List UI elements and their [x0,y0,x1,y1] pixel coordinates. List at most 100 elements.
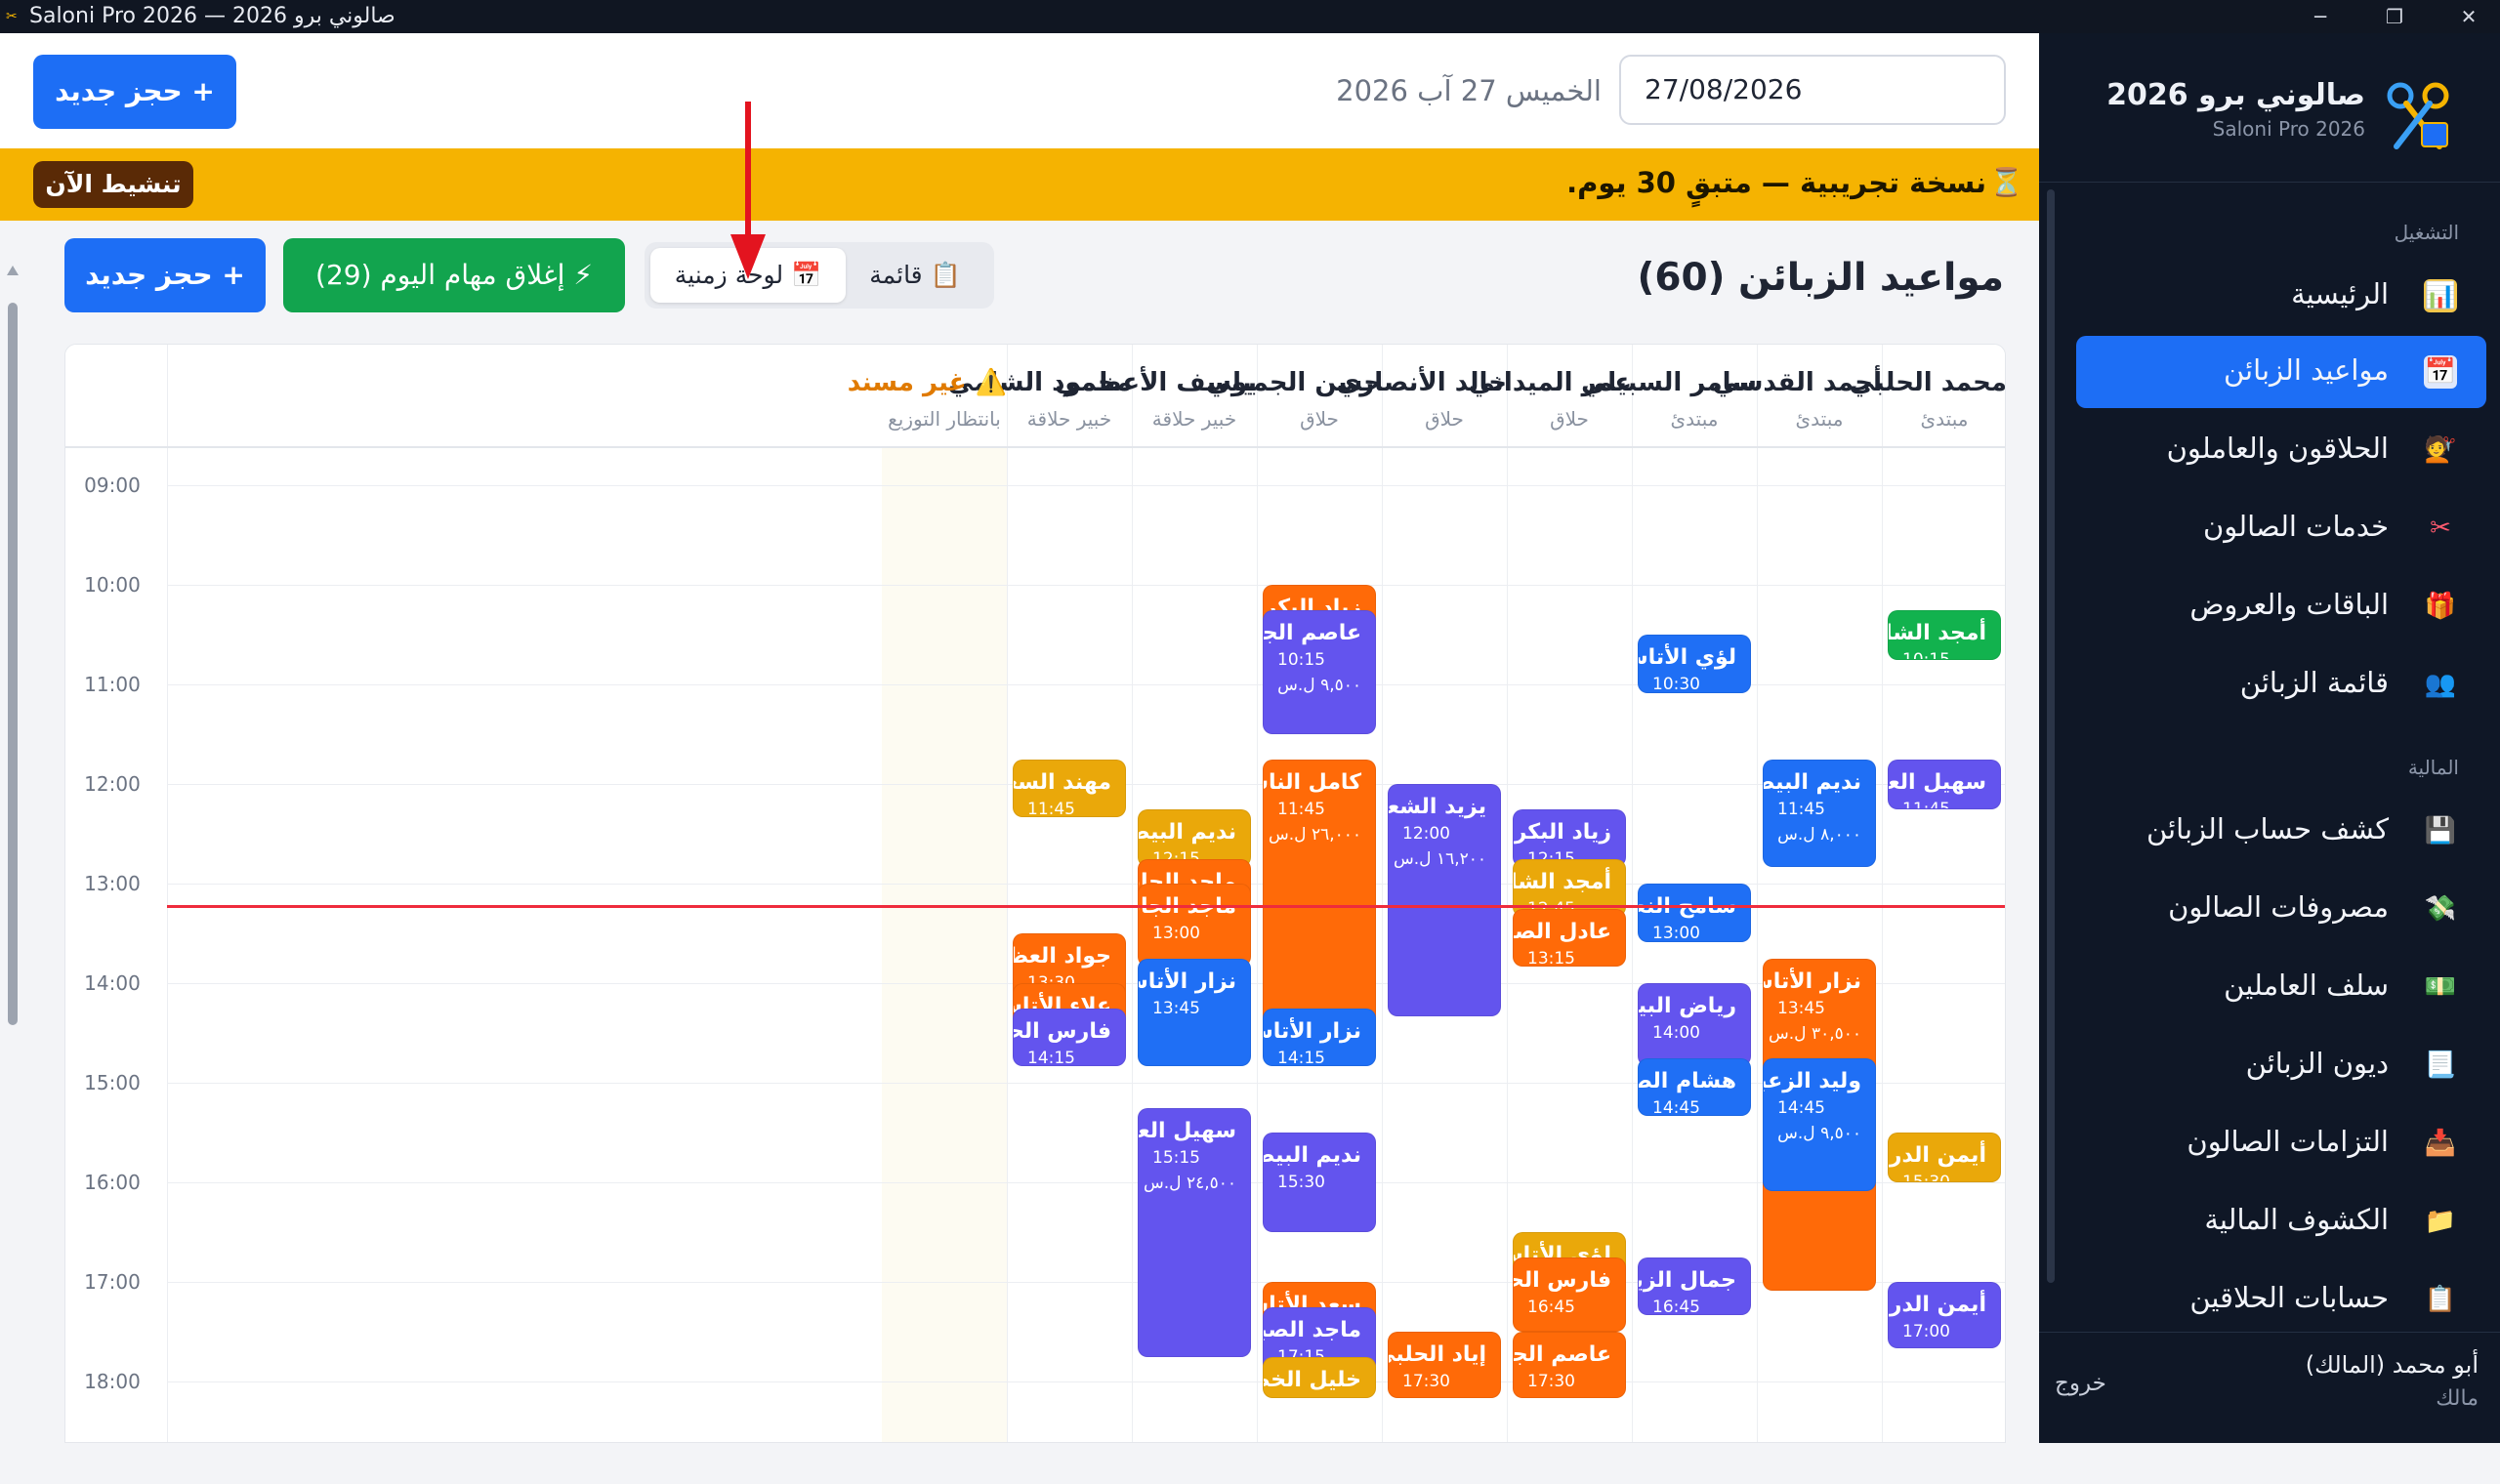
date-input[interactable]: 27/08/2026 [1619,55,2006,125]
sidebar-item-expenses[interactable]: 💸 مصروفات الصالون [2076,873,2486,945]
sidebar-item-advances[interactable]: 💵 سلف العاملين [2076,951,2486,1023]
appointment-card[interactable]: نزار الأتاسي 13:45 [1138,958,1251,1066]
barber-name: حسن الجميلي [1205,368,1382,397]
appointment-card[interactable]: إياد الحلبي 17:30 [1388,1332,1501,1398]
appointment-card[interactable]: سامح النعلي 213:00 [1638,884,1751,942]
column-divider [1257,345,1258,1442]
appointment-price: ٢٦,٠٠٠ ل.س [1269,824,1361,845]
sidebar-item-label: مصروفات الصالون [2168,890,2389,924]
appointment-time: 17:30 [1402,1372,1450,1391]
appointment-card[interactable]: عاصم الجمل 2 17:30 [1513,1332,1626,1398]
hour-line [167,1182,2005,1183]
barber-column-header[interactable]: محمد الحلبي مبتدئ [1849,345,2006,446]
appointment-card[interactable]: سهيل العبدالله 15:15 ٢٤,٥٠٠ ل.س [1138,1107,1251,1357]
new-booking-button-2[interactable]: + حجز جديد [64,238,266,312]
sidebar-item-customers[interactable]: 👥 قائمة الزبائن [2076,648,2486,721]
sidebar-item-appointments[interactable]: 📅 مواعيد الزبائن [2076,336,2486,408]
appointment-time: 13:00 [1652,924,1700,942]
column-divider [1882,345,1883,1442]
appointment-card[interactable]: جمال الزين 2 16:45 [1638,1257,1751,1315]
timeline-scrollbar[interactable] [6,264,20,1484]
scroll-thumb[interactable] [8,303,18,1025]
user-role: مالك [2436,1386,2479,1411]
sidebar-item-financial-reports[interactable]: 📁 الكشوف المالية [2076,1185,2486,1257]
appointment-card[interactable]: رياض البيطار 14:00 [1638,983,1751,1066]
barber-column-header[interactable]: حسن الجميلي حلاق [1205,345,1382,446]
column-divider [167,345,168,1442]
barber-column-header[interactable]: أحمد القدسي مبتدئ [1713,345,1882,446]
barber-column-header[interactable]: محمود الشامي خبير حلاقة [948,345,1132,446]
appointment-name: جمال الزين 2 [1639,1267,1736,1293]
close-day-tasks-button[interactable]: ⚡ إغلاق مهام اليوم (29) [283,238,625,312]
maximize-button[interactable]: ❐ [2365,0,2424,33]
appointment-name: جواد العظم [1014,944,1111,969]
barber-column-header[interactable]: سامر السبيلي مبتدئ [1581,345,1757,446]
appointment-price: ١٦,٢٠٠ ل.س [1394,849,1486,869]
logout-button[interactable]: خروج [2055,1371,2106,1396]
appointment-card[interactable]: نزار الأتاسي 2 14:15 [1263,1008,1376,1066]
barber-column-header[interactable]: عمر الميداني حلاق [1469,345,1632,446]
appointment-card[interactable]: كامل الناشف 11:45 ٢٦,٠٠٠ ل.س [1263,759,1376,1042]
appointment-card[interactable]: عاصم الجمل 10:15 ٩,٥٠٠ ل.س [1263,609,1376,734]
column-divider [1507,345,1508,1442]
sidebar-item-customer-statement[interactable]: 💾 كشف حساب الزبائن [2076,795,2486,867]
sidebar-item-barbers[interactable]: 💇 الحلاقون والعاملون [2076,414,2486,486]
close-window-button[interactable]: ✕ [2439,0,2498,33]
warning-icon: ⚠️ [966,368,1007,397]
appointment-card[interactable]: أيمن الدرويش 3 15:30 [1888,1133,2001,1182]
appointment-card[interactable]: عادل الصالح 2 13:15 [1513,908,1626,967]
appointment-name: فارس الحجار 2 [1514,1267,1611,1293]
current-time-line [167,905,2005,909]
minimize-button[interactable]: ─ [2291,0,2350,33]
sidebar-item-obligations[interactable]: 📥 التزامات الصالون [2076,1107,2486,1179]
appointment-name: رياض البيطار [1638,994,1736,1018]
appointment-name: نديم البيطار 2 [1264,1143,1361,1168]
header-column-divider [167,345,168,446]
sidebar-item-label: كشف حساب الزبائن [2146,812,2389,845]
appointment-time: 16:45 [1652,1297,1700,1315]
appointment-card[interactable]: سهيل العبدالله 2 11:45 [1888,759,2001,809]
appointment-card[interactable]: لؤي الأتاسي 10:30 [1638,635,1751,693]
appointment-card[interactable]: أيمن الدرويش 2 17:00 [1888,1282,2001,1348]
appointment-name: مهند السعدي 3 [1014,769,1111,795]
trial-message: نسخة تجريبية — متبقٍ 30 يوم. [1566,166,1986,199]
appointment-card[interactable]: فارس الحجار 2 14:15 [1013,1008,1126,1066]
new-booking-button[interactable]: + حجز جديد [33,55,236,129]
appointment-time: 11:45 [1027,799,1075,817]
sidebar-item-home[interactable]: 📊 الرئيسية [2076,260,2486,332]
appointment-time: 12:00 [1402,824,1450,844]
appointment-card[interactable]: وليد الزعبي 3 14:45 ٩,٥٠٠ ل.س [1763,1057,1876,1191]
appointment-card[interactable]: مهند السعدي 3 11:45 [1013,759,1126,817]
appointment-time: 15:30 [1277,1173,1325,1192]
appointment-card[interactable]: فارس الحجار 2 16:45 [1513,1257,1626,1332]
appointment-card[interactable]: هشام الصباغ 14:45 [1638,1057,1751,1116]
activate-now-button[interactable]: تنشيط الآن [33,161,193,208]
section-operations: التشغيل [2394,221,2459,244]
sidebar-item-packages[interactable]: 🎁 الباقات والعروض [2076,570,2486,642]
receipt-icon: 📃 [2424,1051,2457,1080]
appointment-name: سهيل العبدالله [1138,1118,1236,1143]
appointment-time: 13:00 [1152,924,1200,943]
barber-column-header[interactable]: ⚠️ غير مسند بانتظار التوزيع [848,345,1007,446]
appointment-card[interactable]: خليل الخطيب 2 17:45 [1263,1356,1376,1398]
barber-name: محمد الحلبي [1849,368,2006,397]
inbox-icon: 📥 [2424,1129,2457,1158]
sidebar-item-services[interactable]: ✂ خدمات الصالون [2076,492,2486,564]
barber-name: يوسف الأعظمي [1055,368,1257,397]
barber-column-header[interactable]: خالد الأنصاري حلاق [1336,345,1507,446]
appointment-card[interactable]: أمجد الشامي 10:15 [1888,609,2001,660]
column-divider [1382,345,1383,1442]
appointment-card[interactable]: نديم البيطار 3 11:45 ٨,٠٠٠ ل.س [1763,759,1876,867]
appointment-name: سهيل العبدالله 2 [1888,769,1986,795]
list-view-tab[interactable]: 📋 قائمة [842,248,988,303]
barber-column-header[interactable]: يوسف الأعظمي خبير حلاقة [1055,345,1257,446]
appointment-card[interactable]: ماجد الجابري 313:00 [1138,884,1251,967]
sidebar-item-debts[interactable]: 📃 ديون الزبائن [2076,1029,2486,1101]
scroll-up-icon[interactable] [6,264,20,277]
appointment-card[interactable]: يزيد الشعار 2 12:00 ١٦,٢٠٠ ل.س [1388,784,1501,1016]
sidebar-scrollbar[interactable] [2047,189,2055,1283]
sidebar-item-barber-accounts[interactable]: 📋 حسابات الحلاقين [2076,1263,2486,1336]
appointment-card[interactable]: نديم البيطار 2 15:30 [1263,1133,1376,1232]
button-label: إغلاق مهام اليوم (29) [315,259,565,291]
appointment-name: وليد الزعبي 3 [1764,1068,1861,1093]
